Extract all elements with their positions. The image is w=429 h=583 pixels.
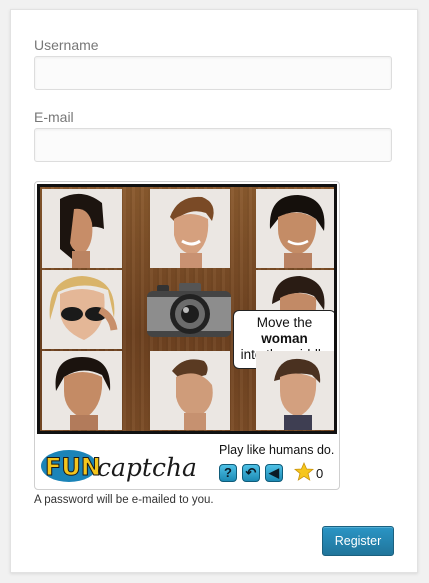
username-input[interactable] bbox=[34, 56, 392, 90]
face-tile[interactable] bbox=[42, 351, 122, 430]
logo-fun-text: FUN bbox=[45, 453, 101, 481]
instruction-line-1: Move the bbox=[256, 315, 313, 330]
logo-captcha-text: captcha bbox=[97, 453, 197, 482]
undo-button[interactable]: ↶ bbox=[242, 464, 260, 482]
help-button[interactable]: ? bbox=[219, 464, 237, 482]
captcha-game-board: Move the woman into the middle bbox=[37, 184, 337, 434]
register-button[interactable]: Register bbox=[322, 526, 394, 556]
face-tile[interactable] bbox=[150, 189, 230, 268]
face-tile[interactable] bbox=[256, 189, 334, 268]
email-input[interactable] bbox=[34, 128, 392, 162]
star-icon bbox=[294, 462, 314, 481]
undo-icon: ↶ bbox=[245, 465, 257, 480]
username-label: Username bbox=[34, 37, 99, 53]
password-note: A password will be e-mailed to you. bbox=[34, 494, 214, 506]
captcha-tagline: Play like humans do. bbox=[219, 443, 335, 457]
audio-button[interactable]: ◀ bbox=[265, 464, 283, 482]
instruction-target: woman bbox=[261, 331, 308, 346]
question-icon: ? bbox=[224, 465, 232, 480]
score-count: 0 bbox=[316, 466, 324, 481]
funcaptcha-logo: FUN captcha bbox=[41, 450, 197, 482]
face-tile[interactable] bbox=[150, 351, 230, 430]
face-tile[interactable] bbox=[42, 189, 122, 268]
email-label: E-mail bbox=[34, 109, 74, 125]
face-tile[interactable] bbox=[42, 270, 122, 349]
captcha-toolbar: FUN captcha Play like humans do. ? ↶ ◀ 0 bbox=[35, 438, 339, 490]
face-tile[interactable] bbox=[256, 351, 334, 430]
funcaptcha-widget: Move the woman into the middle bbox=[34, 181, 340, 490]
speaker-icon: ◀ bbox=[269, 465, 279, 480]
registration-card: Username E-mail Move the woman into FUN … bbox=[10, 9, 418, 573]
camera-icon bbox=[147, 283, 231, 337]
